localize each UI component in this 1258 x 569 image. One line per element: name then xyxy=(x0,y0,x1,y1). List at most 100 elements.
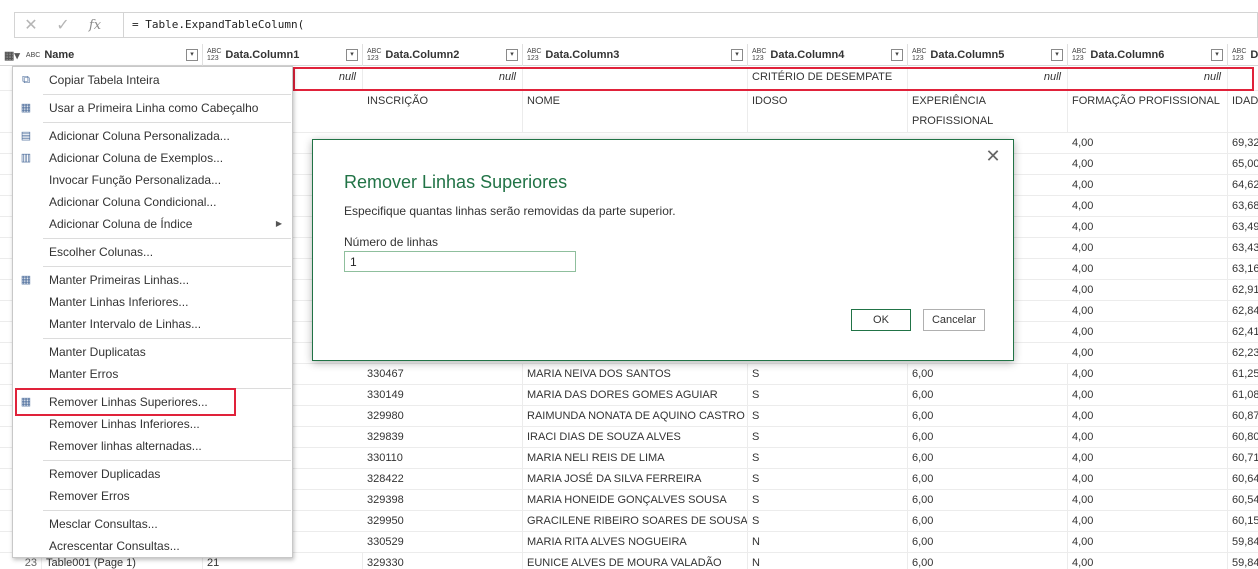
any-type-icon[interactable]: ABC 123 xyxy=(367,48,381,62)
table-cell[interactable]: MARIA RITA ALVES NOGUEIRA xyxy=(523,532,748,552)
fx-icon[interactable]: fx xyxy=(79,18,111,33)
table-cell[interactable]: 6,00 xyxy=(908,427,1068,447)
table-cell[interactable]: 4,00 xyxy=(1068,532,1228,552)
ok-button[interactable]: OK xyxy=(851,309,911,331)
table-cell[interactable]: S xyxy=(748,427,908,447)
table-cell[interactable]: 330467 xyxy=(363,364,523,384)
table-cell[interactable]: N xyxy=(748,553,908,569)
table-cell[interactable]: NOME xyxy=(523,91,748,132)
menu-item-choose-columns[interactable]: Escolher Colunas... xyxy=(13,241,292,263)
table-cell[interactable]: 6,00 xyxy=(908,511,1068,531)
table-cell[interactable]: S xyxy=(748,406,908,426)
table-cell[interactable]: 6,00 xyxy=(908,532,1068,552)
table-cell[interactable]: null xyxy=(1068,67,1228,90)
table-cell[interactable]: S xyxy=(748,385,908,405)
table-cell[interactable]: 6,00 xyxy=(908,490,1068,510)
table-cell[interactable]: EUNICE ALVES DE MOURA VALADÃO xyxy=(523,553,748,569)
column-header-name[interactable]: ▦▾ ABC Name ▾ xyxy=(0,44,203,66)
table-cell[interactable]: 60,64 xyxy=(1228,469,1258,489)
table-cell[interactable]: INSCRIÇÃO xyxy=(363,91,523,132)
column-header-data-column7[interactable]: ABC 123 D xyxy=(1228,44,1258,66)
filter-dropdown-icon[interactable]: ▾ xyxy=(346,49,358,61)
any-type-icon[interactable]: ABC 123 xyxy=(1072,48,1086,62)
table-cell[interactable]: S xyxy=(748,469,908,489)
table-cell[interactable] xyxy=(523,67,748,90)
confirm-icon[interactable]: ✓ xyxy=(47,15,79,35)
table-cell[interactable]: 329980 xyxy=(363,406,523,426)
table-cell[interactable]: S xyxy=(748,364,908,384)
table-cell[interactable]: 4,00 xyxy=(1068,427,1228,447)
table-cell[interactable]: null xyxy=(363,67,523,90)
table-cell[interactable]: 63,43 xyxy=(1228,238,1258,258)
table-cell[interactable]: 69,32 xyxy=(1228,133,1258,153)
table-cell[interactable]: IDOSO xyxy=(748,91,908,132)
table-cell[interactable]: 329839 xyxy=(363,427,523,447)
table-cell[interactable]: IRACI DIAS DE SOUZA ALVES xyxy=(523,427,748,447)
column-header-data-column1[interactable]: ABC 123 Data.Column1 ▾ xyxy=(203,44,363,66)
cancel-icon[interactable]: ✕ xyxy=(15,15,47,35)
table-cell[interactable]: 64,62 xyxy=(1228,175,1258,195)
table-cell[interactable]: 65,00 xyxy=(1228,154,1258,174)
table-cell[interactable]: 4,00 xyxy=(1068,259,1228,279)
table-cell[interactable]: 4,00 xyxy=(1068,364,1228,384)
any-type-icon[interactable]: ABC 123 xyxy=(1232,48,1246,62)
menu-item-remove-errors[interactable]: Remover Erros xyxy=(13,485,292,507)
menu-item-invoke-custom-function[interactable]: Invocar Função Personalizada... xyxy=(13,169,292,191)
text-type-icon[interactable]: ABC xyxy=(26,52,40,59)
table-cell[interactable]: 4,00 xyxy=(1068,238,1228,258)
table-cell[interactable]: 4,00 xyxy=(1068,133,1228,153)
menu-item-keep-top-rows[interactable]: ▦ Manter Primeiras Linhas... xyxy=(13,269,292,291)
table-cell[interactable]: 59,84 xyxy=(1228,553,1258,569)
table-cell[interactable]: 4,00 xyxy=(1068,469,1228,489)
table-cell[interactable]: FORMAÇÃO PROFISSIONAL xyxy=(1068,91,1228,132)
table-cell[interactable]: 4,00 xyxy=(1068,343,1228,363)
table-cell[interactable]: 60,54 xyxy=(1228,490,1258,510)
menu-item-remove-duplicates[interactable]: Remover Duplicadas xyxy=(13,463,292,485)
filter-dropdown-icon[interactable]: ▾ xyxy=(186,49,198,61)
table-cell[interactable]: 6,00 xyxy=(908,385,1068,405)
table-cell[interactable]: 6,00 xyxy=(908,364,1068,384)
table-cell[interactable]: 4,00 xyxy=(1068,385,1228,405)
table-cell[interactable]: 4,00 xyxy=(1068,511,1228,531)
any-type-icon[interactable]: ABC 123 xyxy=(207,48,221,62)
filter-dropdown-icon[interactable]: ▾ xyxy=(731,49,743,61)
filter-dropdown-icon[interactable]: ▾ xyxy=(1211,49,1223,61)
table-cell[interactable]: 4,00 xyxy=(1068,448,1228,468)
table-cell[interactable]: MARIA JOSÉ DA SILVA FERREIRA xyxy=(523,469,748,489)
any-type-icon[interactable]: ABC 123 xyxy=(912,48,926,62)
menu-item-add-column-from-examples[interactable]: ▥ Adicionar Coluna de Exemplos... xyxy=(13,147,292,169)
menu-item-keep-duplicates[interactable]: Manter Duplicatas xyxy=(13,341,292,363)
table-cell[interactable]: 4,00 xyxy=(1068,217,1228,237)
column-header-data-column5[interactable]: ABC 123 Data.Column5 ▾ xyxy=(908,44,1068,66)
table-cell[interactable]: 62,84 xyxy=(1228,301,1258,321)
table-cell[interactable]: 4,00 xyxy=(1068,553,1228,569)
table-cell[interactable]: RAIMUNDA NONATA DE AQUINO CASTRO xyxy=(523,406,748,426)
table-cell[interactable]: S xyxy=(748,490,908,510)
table-cell[interactable]: EXPERIÊNCIA PROFISSIONAL xyxy=(908,91,1068,132)
table-cell[interactable]: 6,00 xyxy=(908,406,1068,426)
table-cell[interactable]: 60,80 xyxy=(1228,427,1258,447)
table-cell[interactable]: 4,00 xyxy=(1068,154,1228,174)
table-cell[interactable]: 63,49 xyxy=(1228,217,1258,237)
table-cell[interactable]: null xyxy=(908,67,1068,90)
any-type-icon[interactable]: ABC 123 xyxy=(752,48,766,62)
table-cell[interactable]: 63,68 xyxy=(1228,196,1258,216)
column-header-data-column4[interactable]: ABC 123 Data.Column4 ▾ xyxy=(748,44,908,66)
menu-item-keep-range-of-rows[interactable]: Manter Intervalo de Linhas... xyxy=(13,313,292,335)
table-cell[interactable]: 6,00 xyxy=(908,448,1068,468)
table-menu-icon[interactable]: ▦▾ xyxy=(4,49,20,62)
filter-dropdown-icon[interactable]: ▾ xyxy=(506,49,518,61)
menu-item-keep-errors[interactable]: Manter Erros xyxy=(13,363,292,385)
table-cell[interactable]: 329398 xyxy=(363,490,523,510)
table-cell[interactable]: 4,00 xyxy=(1068,301,1228,321)
table-cell[interactable]: 4,00 xyxy=(1068,490,1228,510)
table-cell[interactable]: 63,16 xyxy=(1228,259,1258,279)
table-cell[interactable]: 330110 xyxy=(363,448,523,468)
menu-item-add-custom-column[interactable]: ▤ Adicionar Coluna Personalizada... xyxy=(13,125,292,147)
table-cell[interactable]: MARIA DAS DORES GOMES AGUIAR xyxy=(523,385,748,405)
table-cell[interactable]: 6,00 xyxy=(908,553,1068,569)
table-cell[interactable]: 4,00 xyxy=(1068,175,1228,195)
menu-item-merge-queries[interactable]: Mesclar Consultas... xyxy=(13,513,292,535)
table-cell[interactable]: 329950 xyxy=(363,511,523,531)
menu-item-remove-bottom-rows[interactable]: Remover Linhas Inferiores... xyxy=(13,413,292,435)
